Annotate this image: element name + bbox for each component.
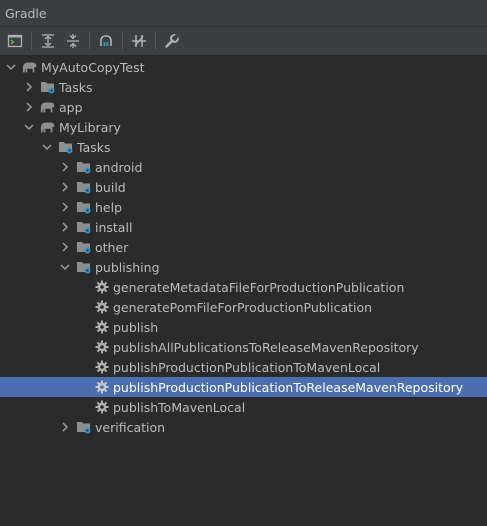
tree-node-task[interactable]: publish (0, 317, 487, 337)
task-label: generateMetadataFileForProductionPublica… (113, 279, 405, 295)
chevron-right-icon[interactable] (23, 77, 35, 97)
tree-node-label: verification (95, 419, 166, 435)
task-label: publishProductionPublicationToMavenLocal (113, 359, 381, 375)
task-folder-icon (76, 159, 92, 175)
tree-node-label: MyLibrary (59, 119, 121, 135)
chevron-right-icon[interactable] (59, 237, 71, 257)
tree-node-root-project[interactable]: MyAutoCopyTest (0, 57, 487, 77)
tree-node-group-build[interactable]: build (0, 177, 487, 197)
task-label: publishAllPublicationsToReleaseMavenRepo… (113, 339, 419, 355)
task-folder-icon (76, 259, 92, 275)
toolbar-separator (31, 32, 32, 50)
chevron-right-icon[interactable] (59, 197, 71, 217)
tree-node-task-selected[interactable]: publishProductionPublicationToReleaseMav… (0, 377, 487, 397)
tree-node-task[interactable]: publishToMavenLocal (0, 397, 487, 417)
collapse-all-icon (67, 34, 79, 48)
task-folder-icon (76, 179, 92, 195)
tree-node-task[interactable]: generateMetadataFileForProductionPublica… (0, 277, 487, 297)
task-folder-icon (58, 139, 74, 155)
task-label: publish (113, 319, 159, 335)
toolbar-separator (122, 32, 123, 50)
tree-node-label: MyAutoCopyTest (41, 59, 145, 75)
gear-icon (94, 359, 110, 375)
chevron-right-icon[interactable] (59, 177, 71, 197)
tree-node-app[interactable]: app (0, 97, 487, 117)
chevron-right-icon[interactable] (59, 217, 71, 237)
execute-task-button[interactable] (4, 30, 26, 52)
gradle-elephant-icon (40, 99, 56, 115)
tree-node-label: other (95, 239, 129, 255)
expand-all-icon (42, 34, 54, 48)
chevron-down-icon[interactable] (5, 57, 17, 77)
settings-button[interactable] (161, 30, 183, 52)
chevron-right-icon[interactable] (59, 417, 71, 437)
chevron-right-icon[interactable] (23, 97, 35, 117)
gradle-elephant-icon (22, 59, 38, 75)
toolbar-separator (155, 32, 156, 50)
tree-node-group-other[interactable]: other (0, 237, 487, 257)
tree-node-label: build (95, 179, 126, 195)
chevron-down-icon[interactable] (41, 137, 53, 157)
gear-icon (94, 399, 110, 415)
tree-node-group-help[interactable]: help (0, 197, 487, 217)
gradle-project-tree: MyAutoCopyTest Tasks app MyLibrary Tasks… (0, 57, 487, 526)
tree-node-task[interactable]: publishAllPublicationsToReleaseMavenRepo… (0, 337, 487, 357)
tree-node-label: help (95, 199, 123, 215)
tree-node-root-tasks[interactable]: Tasks (0, 77, 487, 97)
terminal-icon (7, 34, 23, 48)
task-folder-icon (76, 219, 92, 235)
tree-node-group-android[interactable]: android (0, 157, 487, 177)
tree-node-task[interactable]: publishProductionPublicationToMavenLocal (0, 357, 487, 377)
chevron-down-icon[interactable] (59, 257, 71, 277)
task-label: publishToMavenLocal (113, 399, 246, 415)
tree-node-label: app (59, 99, 83, 115)
tree-node-group-verification[interactable]: verification (0, 417, 487, 437)
gear-icon (94, 279, 110, 295)
elephant-link-icon (100, 35, 112, 46)
collapse-all-button[interactable] (62, 30, 84, 52)
tree-node-mylibrary[interactable]: MyLibrary (0, 117, 487, 137)
expand-all-button[interactable] (37, 30, 59, 52)
gear-icon (94, 379, 110, 395)
toggle-offline-button[interactable] (128, 30, 150, 52)
tree-node-label: install (95, 219, 133, 235)
task-label: generatePomFileForProductionPublication (113, 299, 373, 315)
chevron-down-icon[interactable] (23, 117, 35, 137)
toolbar-separator (89, 32, 90, 50)
task-folder-icon (76, 419, 92, 435)
task-folder-icon (76, 239, 92, 255)
task-folder-icon (76, 199, 92, 215)
panel-title: Gradle (0, 0, 487, 27)
gear-icon (94, 299, 110, 315)
gear-icon (94, 319, 110, 335)
offline-icon (132, 35, 146, 47)
tree-node-group-publishing[interactable]: publishing (0, 257, 487, 277)
task-label: publishProductionPublicationToReleaseMav… (113, 379, 464, 395)
tree-node-label: android (95, 159, 143, 175)
gradle-elephant-icon (40, 119, 56, 135)
tree-node-label: Tasks (77, 139, 111, 155)
chevron-right-icon[interactable] (59, 157, 71, 177)
tree-node-label: publishing (95, 259, 160, 275)
gear-icon (94, 339, 110, 355)
tree-node-label: Tasks (59, 79, 93, 95)
tree-node-group-install[interactable]: install (0, 217, 487, 237)
tree-node-mylibrary-tasks[interactable]: Tasks (0, 137, 487, 157)
link-project-button[interactable] (95, 30, 117, 52)
task-folder-icon (40, 79, 56, 95)
gradle-toolbar (0, 27, 487, 56)
wrench-icon (165, 33, 180, 48)
tree-node-task[interactable]: generatePomFileForProductionPublication (0, 297, 487, 317)
